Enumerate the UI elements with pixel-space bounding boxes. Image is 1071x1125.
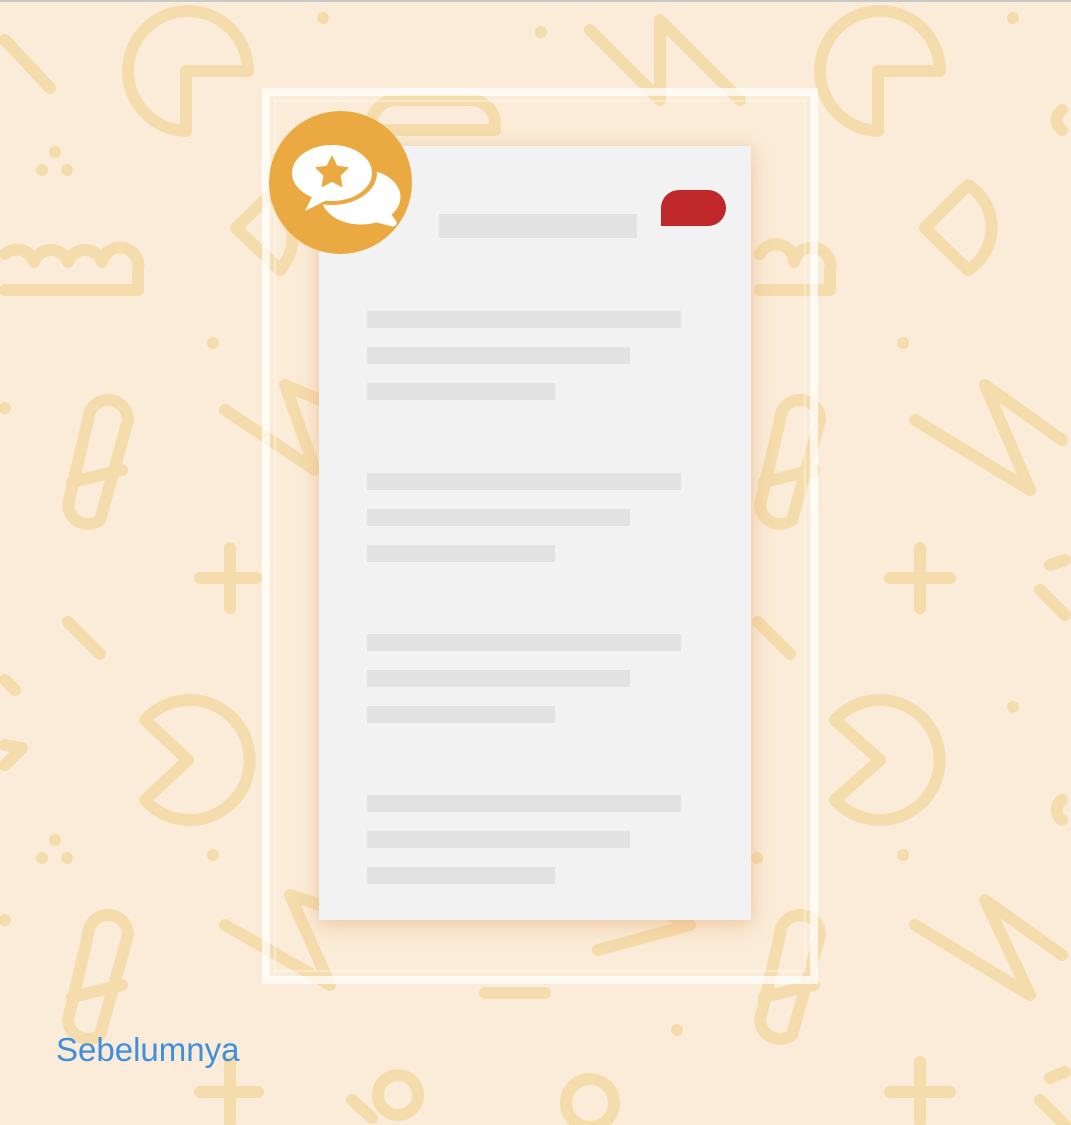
text-line-placeholder [367,383,555,400]
text-line-placeholder [367,347,630,364]
text-line-placeholder [367,634,681,651]
text-line-placeholder [367,545,555,562]
text-line-placeholder [367,795,681,812]
text-line-placeholder [367,706,555,723]
text-line-placeholder [367,867,555,884]
text-line-placeholder [367,831,630,848]
chat-bubbles-star-icon [269,111,412,254]
text-line-placeholder [367,509,630,526]
previous-button[interactable]: Sebelumnya [56,1030,239,1070]
document-illustration [319,146,751,920]
text-line-placeholder [367,473,681,490]
top-border [0,0,1071,2]
document-title-placeholder [439,214,637,238]
text-line-placeholder [367,311,681,328]
red-tag-badge [661,190,726,226]
text-line-placeholder [367,670,630,687]
onboarding-slide: Sebelumnya [0,0,1071,1125]
